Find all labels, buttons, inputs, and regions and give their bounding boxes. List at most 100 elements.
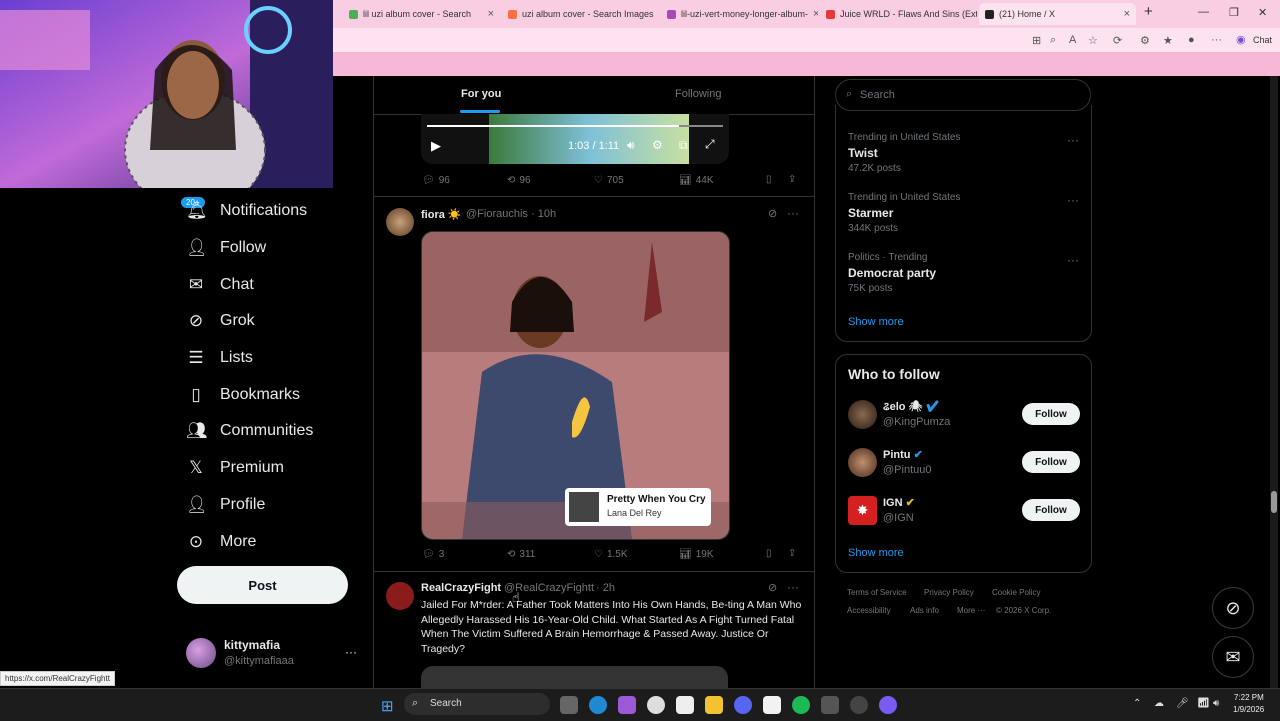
footer-ads-info[interactable]: Ads info bbox=[910, 606, 939, 615]
follow-name[interactable]: ଌelo 🕷 ✔ bbox=[883, 400, 940, 414]
fullscreen-icon[interactable]: ⤢ bbox=[705, 137, 715, 152]
nav-bookmarks[interactable]: ▯Bookmarks bbox=[186, 380, 300, 410]
repost-button[interactable]: ⟲311 bbox=[507, 549, 535, 560]
reply-button[interactable]: 💬︎96 bbox=[422, 175, 450, 186]
store-app-icon[interactable] bbox=[676, 696, 694, 714]
like-button[interactable]: ♡1.5K bbox=[594, 549, 628, 560]
tray-chevron-icon[interactable]: ⌃ bbox=[1133, 698, 1141, 709]
footer-more[interactable]: More ··· bbox=[957, 606, 985, 615]
post-video[interactable]: Pretty When You Cry Lana Del Rey bbox=[421, 231, 730, 540]
video-player[interactable]: ▶ 1:03 / 1:11 🔊︎ ⚙ ⧉ ⤢ bbox=[421, 114, 729, 164]
like-button[interactable]: ♡705 bbox=[594, 175, 624, 186]
repost-button[interactable]: ⟲96 bbox=[507, 175, 531, 186]
onedrive-icon[interactable]: ☁ bbox=[1154, 698, 1164, 709]
follow-avatar[interactable] bbox=[848, 448, 877, 477]
trend-more-icon[interactable]: ··· bbox=[1067, 133, 1079, 147]
bookmark-post-icon[interactable]: ▯ bbox=[766, 548, 772, 559]
footer-privacy[interactable]: Privacy Policy bbox=[924, 588, 974, 597]
taskbar-search[interactable]: ⌕ Search bbox=[404, 693, 550, 715]
post-avatar[interactable] bbox=[386, 208, 414, 236]
chat-label[interactable]: Chat bbox=[1253, 35, 1272, 45]
post-button[interactable]: Post bbox=[177, 566, 348, 604]
grok-post-icon[interactable]: ⊘ bbox=[768, 581, 777, 594]
trend-name[interactable]: Twist bbox=[848, 146, 878, 160]
nav-chat[interactable]: ✉︎Chat bbox=[186, 270, 254, 300]
tab-close-icon[interactable]: × bbox=[1124, 8, 1130, 20]
follow-name[interactable]: IGN ✔ bbox=[883, 496, 915, 509]
follow-name[interactable]: Pintu ✔ bbox=[883, 448, 923, 461]
nav-profile[interactable]: 👤︎Profile bbox=[186, 490, 265, 520]
tab-following[interactable]: Following bbox=[675, 88, 721, 100]
favorites-icon[interactable]: ★ bbox=[1163, 34, 1173, 47]
post-time[interactable]: · 2h bbox=[596, 582, 615, 594]
pip-icon[interactable]: ⧉ bbox=[679, 138, 688, 153]
spotify-app-icon[interactable] bbox=[792, 696, 810, 714]
footer-accessibility[interactable]: Accessibility bbox=[847, 606, 891, 615]
nav-follow[interactable]: 👤︎Follow bbox=[186, 233, 266, 263]
zoom-icon[interactable]: ⌕ bbox=[1050, 34, 1056, 47]
browser-tab-3[interactable]: lil-uzi-vert-money-longer-album-× bbox=[661, 3, 818, 25]
extensions-icon[interactable]: ⚙ bbox=[1140, 34, 1150, 47]
trend-name[interactable]: Starmer bbox=[848, 206, 893, 220]
browser-tab-5[interactable]: (21) Home / X× bbox=[979, 3, 1136, 25]
discord-app-icon[interactable] bbox=[734, 696, 752, 714]
tab-close-icon[interactable]: × bbox=[488, 8, 494, 20]
maps-app-icon[interactable] bbox=[647, 696, 665, 714]
footer-cookie[interactable]: Cookie Policy bbox=[992, 588, 1040, 597]
restore-icon[interactable]: ❐ bbox=[1229, 6, 1239, 19]
grok-fab-icon[interactable]: ⊘ bbox=[1212, 587, 1254, 629]
post-author-name[interactable]: RealCrazyFight bbox=[421, 582, 501, 594]
volume-tray-icon[interactable]: 🔊︎ bbox=[1213, 698, 1219, 709]
browser-tab-4[interactable]: Juice WRLD - Flaws And Sins (Ext× bbox=[820, 3, 977, 25]
read-aloud-icon[interactable]: A bbox=[1069, 34, 1076, 46]
show-more-link[interactable]: Show more bbox=[848, 316, 904, 328]
messages-fab-icon[interactable]: ✉︎ bbox=[1212, 636, 1254, 678]
settings-gear-icon[interactable]: ⚙ bbox=[652, 138, 663, 152]
bookmark-post-icon[interactable]: ▯ bbox=[766, 174, 772, 185]
new-tab-button[interactable]: + bbox=[1144, 3, 1153, 20]
post-more-icon[interactable]: ··· bbox=[787, 580, 799, 594]
refresh-icon[interactable]: ⟳ bbox=[1113, 34, 1122, 47]
views-button[interactable]: 📊︎19K bbox=[679, 549, 714, 560]
search-input[interactable]: Search bbox=[860, 89, 895, 101]
show-more-link[interactable]: Show more bbox=[848, 547, 904, 559]
nav-notifications[interactable]: 🔔︎Notifications bbox=[186, 196, 307, 226]
views-button[interactable]: 📊︎44K bbox=[679, 175, 714, 186]
wifi-icon[interactable]: 📶︎ bbox=[1197, 698, 1210, 709]
favorite-star-icon[interactable]: ☆ bbox=[1088, 34, 1098, 47]
scrollbar-thumb[interactable] bbox=[1271, 491, 1277, 513]
trend-more-icon[interactable]: ··· bbox=[1067, 193, 1079, 207]
copilot-app-icon[interactable] bbox=[618, 696, 636, 714]
nav-grok[interactable]: ⊘Grok bbox=[186, 306, 255, 336]
account-avatar[interactable] bbox=[186, 638, 216, 668]
reply-button[interactable]: 💬︎3 bbox=[422, 549, 444, 560]
tab-for-you[interactable]: For you bbox=[461, 88, 501, 100]
windows-start-icon[interactable]: ⊞ bbox=[381, 697, 394, 715]
share-icon[interactable]: ⇪ bbox=[788, 174, 796, 185]
app-icon[interactable] bbox=[821, 696, 839, 714]
close-window-icon[interactable]: ✕ bbox=[1258, 6, 1267, 19]
clock-date[interactable]: 1/9/2026 bbox=[1233, 705, 1264, 714]
account-menu-icon[interactable]: ··· bbox=[345, 645, 357, 659]
twitch-app-icon[interactable] bbox=[879, 696, 897, 714]
clock-time[interactable]: 7:22 PM bbox=[1234, 693, 1264, 702]
trend-more-icon[interactable]: ··· bbox=[1067, 253, 1079, 267]
file-explorer-icon[interactable] bbox=[705, 696, 723, 714]
post-author-name[interactable]: fiora ☀️ bbox=[421, 208, 462, 221]
footer-terms[interactable]: Terms of Service bbox=[847, 588, 907, 597]
volume-icon[interactable]: 🔊︎ bbox=[627, 138, 635, 153]
browser-menu-icon[interactable]: ··· bbox=[1211, 34, 1222, 46]
follow-avatar[interactable] bbox=[848, 400, 877, 429]
post-time[interactable]: · 10h bbox=[531, 208, 556, 220]
copilot-icon[interactable]: ◉ bbox=[1236, 33, 1246, 46]
ign-logo-icon[interactable]: ✸ bbox=[848, 496, 877, 525]
video-progress-track[interactable] bbox=[427, 125, 723, 127]
nav-premium[interactable]: 𝕏Premium bbox=[186, 453, 284, 483]
grok-post-icon[interactable]: ⊘ bbox=[768, 207, 777, 220]
play-icon[interactable]: ▶ bbox=[431, 138, 441, 154]
post-author-handle[interactable]: @Fiorauchis bbox=[466, 208, 528, 220]
task-view-icon[interactable] bbox=[560, 696, 578, 714]
post-avatar[interactable] bbox=[386, 582, 414, 610]
nav-lists[interactable]: ☰Lists bbox=[186, 343, 253, 373]
page-scrollbar[interactable] bbox=[1270, 76, 1278, 688]
